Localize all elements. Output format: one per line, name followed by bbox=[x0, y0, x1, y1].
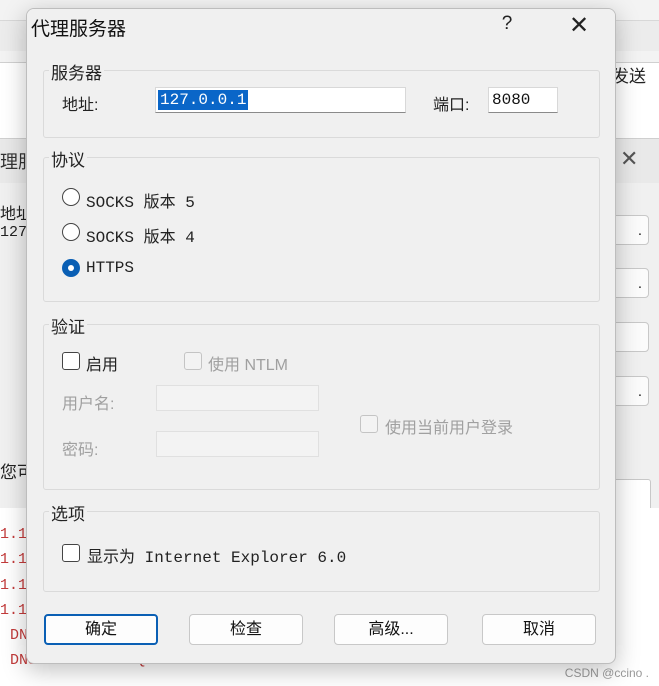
dialog-title: 代理服务器 bbox=[31, 19, 127, 40]
enable-auth-checkbox[interactable] bbox=[62, 352, 80, 370]
ok-button[interactable]: 确定 bbox=[44, 614, 158, 645]
auth-legend: 验证 bbox=[49, 313, 87, 338]
check-button[interactable]: 检查 bbox=[189, 614, 303, 645]
close-icon[interactable]: ✕ bbox=[563, 11, 595, 39]
current-user-label: 使用当前用户登录 bbox=[385, 420, 514, 437]
log-line: 1.1 bbox=[0, 577, 28, 594]
enable-auth-label[interactable]: 启用 bbox=[86, 351, 118, 375]
dialog-titlebar: 代理服务器 ? ✕ bbox=[27, 9, 615, 41]
proxy-server-dialog: 代理服务器 ? ✕ 服务器 地址: 127.0.0.1 端口: 8080 协议 … bbox=[26, 8, 616, 664]
https-radio[interactable] bbox=[62, 259, 80, 277]
username-label: 用户名: bbox=[62, 396, 115, 413]
address-input-value: 127.0.0.1 bbox=[158, 90, 249, 110]
background-send-label[interactable]: 发送 bbox=[612, 62, 646, 87]
ntlm-checkbox[interactable] bbox=[184, 352, 202, 370]
options-legend: 选项 bbox=[49, 500, 87, 525]
password-label: 密码: bbox=[62, 442, 99, 459]
https-label[interactable]: HTTPS bbox=[86, 259, 134, 277]
advanced-button[interactable]: 高级... bbox=[334, 614, 448, 645]
socks4-radio[interactable] bbox=[62, 223, 80, 241]
help-icon[interactable]: ? bbox=[493, 13, 521, 39]
show-as-ie-checkbox[interactable] bbox=[62, 544, 80, 562]
log-line: 1.1 bbox=[0, 551, 28, 568]
log-line: 1.1 bbox=[0, 602, 28, 619]
show-as-ie-label[interactable]: 显示为 Internet Explorer 6.0 bbox=[87, 543, 346, 567]
auth-group bbox=[43, 324, 600, 490]
log-line: 1.1 bbox=[0, 526, 28, 543]
username-input[interactable] bbox=[156, 385, 319, 411]
socks4-label[interactable]: SOCKS 版本 4 bbox=[86, 223, 195, 247]
port-label: 端口: bbox=[433, 97, 470, 114]
port-input-value: 8080 bbox=[492, 91, 531, 109]
show-as-ie-text: 显示为 Internet Explorer 6.0 bbox=[87, 549, 347, 567]
cancel-button[interactable]: 取消 bbox=[482, 614, 596, 645]
current-user-checkbox[interactable] bbox=[360, 415, 378, 433]
socks5-label[interactable]: SOCKS 版本 5 bbox=[86, 188, 195, 212]
ntlm-label: 使用 NTLM bbox=[208, 357, 289, 374]
port-input[interactable]: 8080 bbox=[488, 87, 558, 113]
protocol-legend: 协议 bbox=[49, 146, 87, 171]
background-close-icon[interactable]: ✕ bbox=[620, 146, 638, 172]
address-input[interactable]: 127.0.0.1 bbox=[155, 87, 406, 113]
address-label: 地址: bbox=[62, 97, 99, 114]
password-input[interactable] bbox=[156, 431, 319, 457]
socks5-radio[interactable] bbox=[62, 188, 80, 206]
watermark: CSDN @ccino . bbox=[564, 666, 649, 680]
server-legend: 服务器 bbox=[49, 59, 104, 84]
